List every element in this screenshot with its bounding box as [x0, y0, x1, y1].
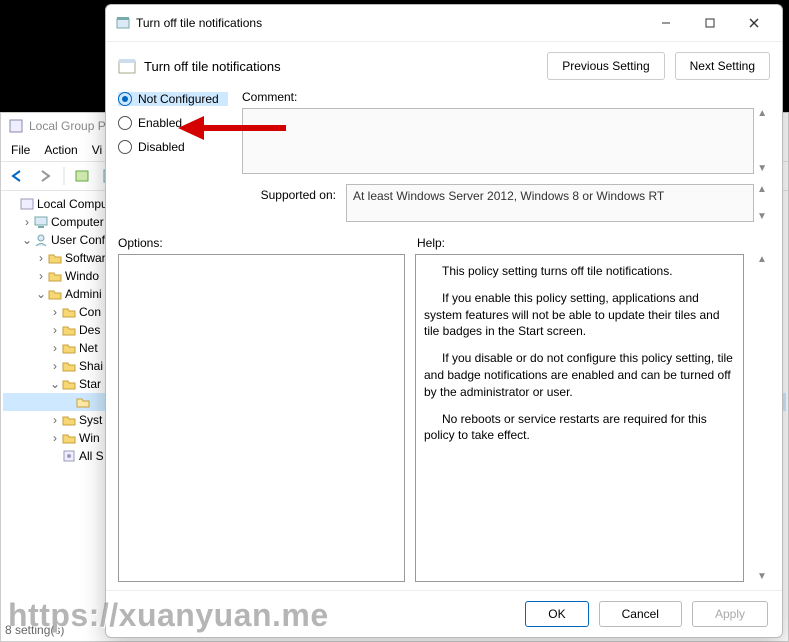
- folder-sel-icon: [75, 395, 91, 409]
- folder-icon: [61, 305, 77, 319]
- tree-label: Net: [79, 341, 98, 355]
- folder-icon: [61, 359, 77, 373]
- scroll-up-icon[interactable]: ▲: [757, 254, 767, 265]
- forward-button[interactable]: [35, 165, 57, 187]
- policy-icon: [19, 197, 35, 211]
- expander-icon[interactable]: ›: [21, 215, 33, 229]
- close-button[interactable]: [736, 11, 772, 35]
- folder-icon: [61, 323, 77, 337]
- options-pane: [118, 254, 405, 582]
- help-label: Help:: [417, 236, 445, 250]
- supported-label: Supported on:: [242, 184, 336, 222]
- expander-icon[interactable]: ›: [49, 413, 61, 427]
- menu-action[interactable]: Action: [44, 143, 77, 157]
- folder-icon: [47, 251, 63, 265]
- dialog-footer: OK Cancel Apply: [106, 590, 782, 637]
- folder-icon: [61, 431, 77, 445]
- radio-enabled[interactable]: Enabled: [118, 116, 228, 130]
- help-pane: This policy setting turns off tile notif…: [415, 254, 744, 582]
- radio-label: Disabled: [138, 140, 185, 154]
- expander-icon[interactable]: ⌄: [49, 377, 61, 391]
- comment-label: Comment:: [242, 90, 770, 104]
- folder-icon: [47, 287, 63, 301]
- help-scrollbar[interactable]: ▲▼: [754, 254, 770, 582]
- scroll-up-icon[interactable]: ▲: [757, 184, 767, 195]
- radio-not-configured[interactable]: Not Configured: [118, 92, 228, 106]
- supported-on-text: At least Windows Server 2012, Windows 8 …: [346, 184, 754, 222]
- radio-icon: [118, 140, 132, 154]
- expander-icon[interactable]: ›: [49, 431, 61, 445]
- expander-icon[interactable]: ›: [49, 341, 61, 355]
- settings-icon: [61, 449, 77, 463]
- tree-label: Softwar: [65, 251, 106, 265]
- tree-label: Win: [79, 431, 100, 445]
- help-paragraph: If you disable or do not configure this …: [424, 350, 735, 400]
- folder-icon: [47, 269, 63, 283]
- computer-icon: [33, 215, 49, 229]
- dialog-title-text: Turn off tile notifications: [136, 16, 648, 30]
- tree-label: Computer: [51, 215, 104, 229]
- help-paragraph: This policy setting turns off tile notif…: [424, 263, 735, 280]
- scroll-down-icon[interactable]: ▼: [757, 163, 767, 174]
- state-radio-group: Not Configured Enabled Disabled: [118, 90, 228, 222]
- tree-label: All S: [79, 449, 104, 463]
- toolbar-separator: [63, 167, 65, 185]
- statusbar-text: 8 setting(s): [5, 623, 64, 637]
- dialog-header-text: Turn off tile notifications: [144, 59, 547, 74]
- expander-icon[interactable]: ›: [49, 359, 61, 373]
- tree-label: Windo: [65, 269, 99, 283]
- tree-label: Star: [79, 377, 101, 391]
- user-icon: [33, 233, 49, 247]
- ok-button[interactable]: OK: [525, 601, 588, 627]
- policy-header-icon: [118, 57, 136, 75]
- dialog-title-icon: [116, 16, 130, 30]
- expander-icon[interactable]: ›: [35, 251, 47, 265]
- radio-icon: [118, 92, 132, 106]
- tree-label: Admini: [65, 287, 102, 301]
- expander-icon[interactable]: ⌄: [35, 287, 47, 301]
- folder-icon: [61, 341, 77, 355]
- menu-file[interactable]: File: [11, 143, 30, 157]
- cancel-button[interactable]: Cancel: [599, 601, 682, 627]
- maximize-button[interactable]: [692, 11, 728, 35]
- back-button[interactable]: [7, 165, 29, 187]
- previous-setting-button[interactable]: Previous Setting: [547, 52, 664, 80]
- expander-icon[interactable]: ›: [49, 323, 61, 337]
- dialog-header: Turn off tile notifications Previous Set…: [106, 42, 782, 90]
- help-paragraph: If you enable this policy setting, appli…: [424, 290, 735, 340]
- minimize-button[interactable]: [648, 11, 684, 35]
- dialog-titlebar: Turn off tile notifications: [106, 5, 782, 42]
- tree-label: Shai: [79, 359, 103, 373]
- folder-icon: [61, 413, 77, 427]
- tree-label: Con: [79, 305, 101, 319]
- expander-icon[interactable]: ›: [35, 269, 47, 283]
- help-paragraph: No reboots or service restarts are requi…: [424, 411, 735, 445]
- tree-label: Syst: [79, 413, 102, 427]
- gpedit-title-text: Local Group P: [29, 119, 106, 133]
- next-setting-button[interactable]: Next Setting: [675, 52, 770, 80]
- tree-label: Des: [79, 323, 100, 337]
- comment-textarea[interactable]: [242, 108, 754, 174]
- comment-scrollbar[interactable]: ▲▼: [754, 108, 770, 174]
- radio-label: Enabled: [138, 116, 182, 130]
- expander-icon[interactable]: ⌄: [21, 233, 33, 247]
- scroll-up-icon[interactable]: ▲: [757, 108, 767, 119]
- radio-disabled[interactable]: Disabled: [118, 140, 228, 154]
- scroll-down-icon[interactable]: ▼: [757, 571, 767, 582]
- options-label: Options:: [118, 236, 405, 250]
- apply-button: Apply: [692, 601, 768, 627]
- scroll-down-icon[interactable]: ▼: [757, 211, 767, 222]
- menu-view[interactable]: Vi: [92, 143, 102, 157]
- policy-settings-dialog: Turn off tile notifications Turn off til…: [105, 4, 783, 638]
- expander-icon[interactable]: ›: [49, 305, 61, 319]
- policy-icon: [9, 119, 23, 133]
- radio-label: Not Configured: [138, 92, 219, 106]
- radio-icon: [118, 116, 132, 130]
- supported-scrollbar[interactable]: ▲▼: [754, 184, 770, 222]
- up-button[interactable]: [71, 165, 93, 187]
- folder-icon: [61, 377, 77, 391]
